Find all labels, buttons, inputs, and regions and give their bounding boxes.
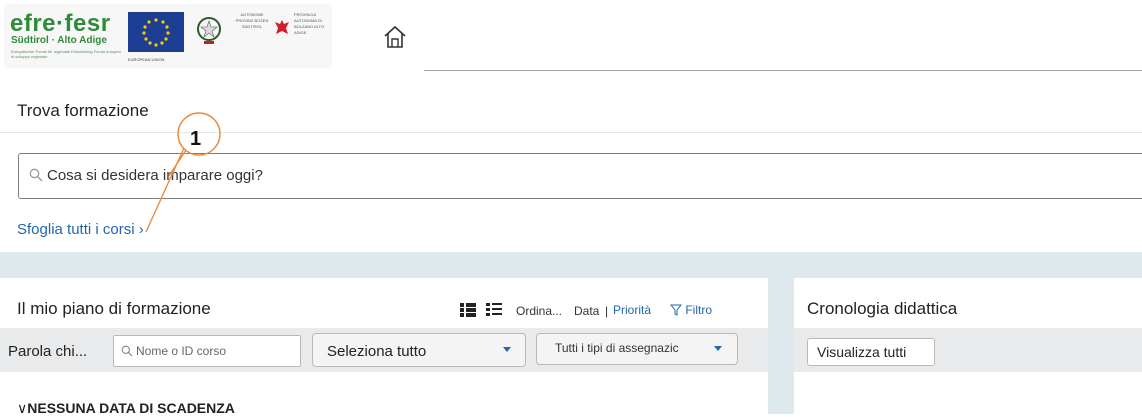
callout-number: 1 — [190, 128, 202, 150]
filter-label: Filtro — [685, 303, 713, 317]
list-view-icon[interactable] — [460, 303, 476, 317]
tyrol-eagle-icon — [275, 20, 289, 34]
assignment-type-label: Tutti i tipi di assegnazic — [555, 341, 679, 355]
learning-history-title: Cronologia didattica — [807, 299, 958, 318]
search-value: Cosa si desidera imparare oggi? — [47, 167, 263, 184]
chevron-down-icon — [714, 346, 722, 351]
sort-separator: | — [605, 304, 609, 318]
chevron-down-icon: ∨ — [17, 400, 28, 416]
learning-plan-title: Il mio piano di formazione — [17, 299, 211, 318]
search-icon — [121, 345, 133, 357]
no-due-date-group[interactable]: ∨NESSUNA DATA DI SCADENZA — [17, 400, 235, 417]
assignment-type-dropdown[interactable]: Tutti i tipi di assegnazic — [536, 333, 738, 365]
sort-by-date[interactable]: Data — [574, 304, 599, 318]
filter-button[interactable]: Filtro — [669, 303, 713, 317]
keyword-placeholder: Nome o ID corso — [136, 344, 227, 358]
italy-emblem-icon — [197, 17, 221, 44]
browse-link-label: Sfoglia tutti i corsi — [17, 221, 135, 238]
view-all-button[interactable]: Visualizza tutti — [807, 338, 935, 366]
find-divider — [0, 132, 1142, 133]
province-text: PROVINCIA AUTONOMA DI BOLZANO ALTO ADIGE — [294, 12, 325, 35]
eu-flag-icon — [128, 12, 184, 52]
header-bar: efre·fesr Südtirol · Alto Adige Europäis… — [0, 0, 1142, 78]
panel-gutter — [768, 278, 794, 414]
course-search-input[interactable]: Cosa si desidera imparare oggi? — [18, 153, 1142, 199]
search-icon — [29, 168, 43, 182]
filter-icon — [669, 304, 683, 316]
keyword-search-input[interactable]: Nome o ID corso — [113, 335, 301, 367]
chevron-down-icon — [503, 347, 511, 352]
autonomy-text: AUTONOME PROVINZ BOZEN SÜDTIROL — [235, 12, 269, 29]
keyword-label: Parola chi... — [8, 343, 88, 360]
logo-strip: efre·fesr Südtirol · Alto Adige Europäis… — [4, 4, 332, 68]
find-learning-title: Trova formazione — [17, 101, 149, 120]
select-all-dropdown[interactable]: Seleziona tutto — [312, 333, 526, 367]
select-all-label: Seleziona tutto — [327, 343, 427, 360]
eu-caption: EUROPEAN UNION — [128, 57, 165, 62]
sort-by-priority[interactable]: Priorità — [613, 303, 651, 317]
section-band — [0, 252, 1142, 278]
efre-logo: efre·fesr — [10, 10, 111, 37]
browse-all-courses-link[interactable]: Sfoglia tutti i corsi › — [17, 221, 144, 238]
efre-tagline: Europäischer Fonds für regionale Entwick… — [11, 49, 121, 59]
sort-label: Ordina... — [516, 304, 563, 318]
header-divider — [424, 70, 1142, 71]
efre-subtitle: Südtirol · Alto Adige — [11, 35, 107, 46]
detail-view-icon[interactable] — [486, 303, 502, 317]
chevron-right-icon: › — [138, 221, 144, 238]
home-icon[interactable] — [382, 24, 408, 50]
view-all-label: Visualizza tutti — [817, 344, 907, 360]
